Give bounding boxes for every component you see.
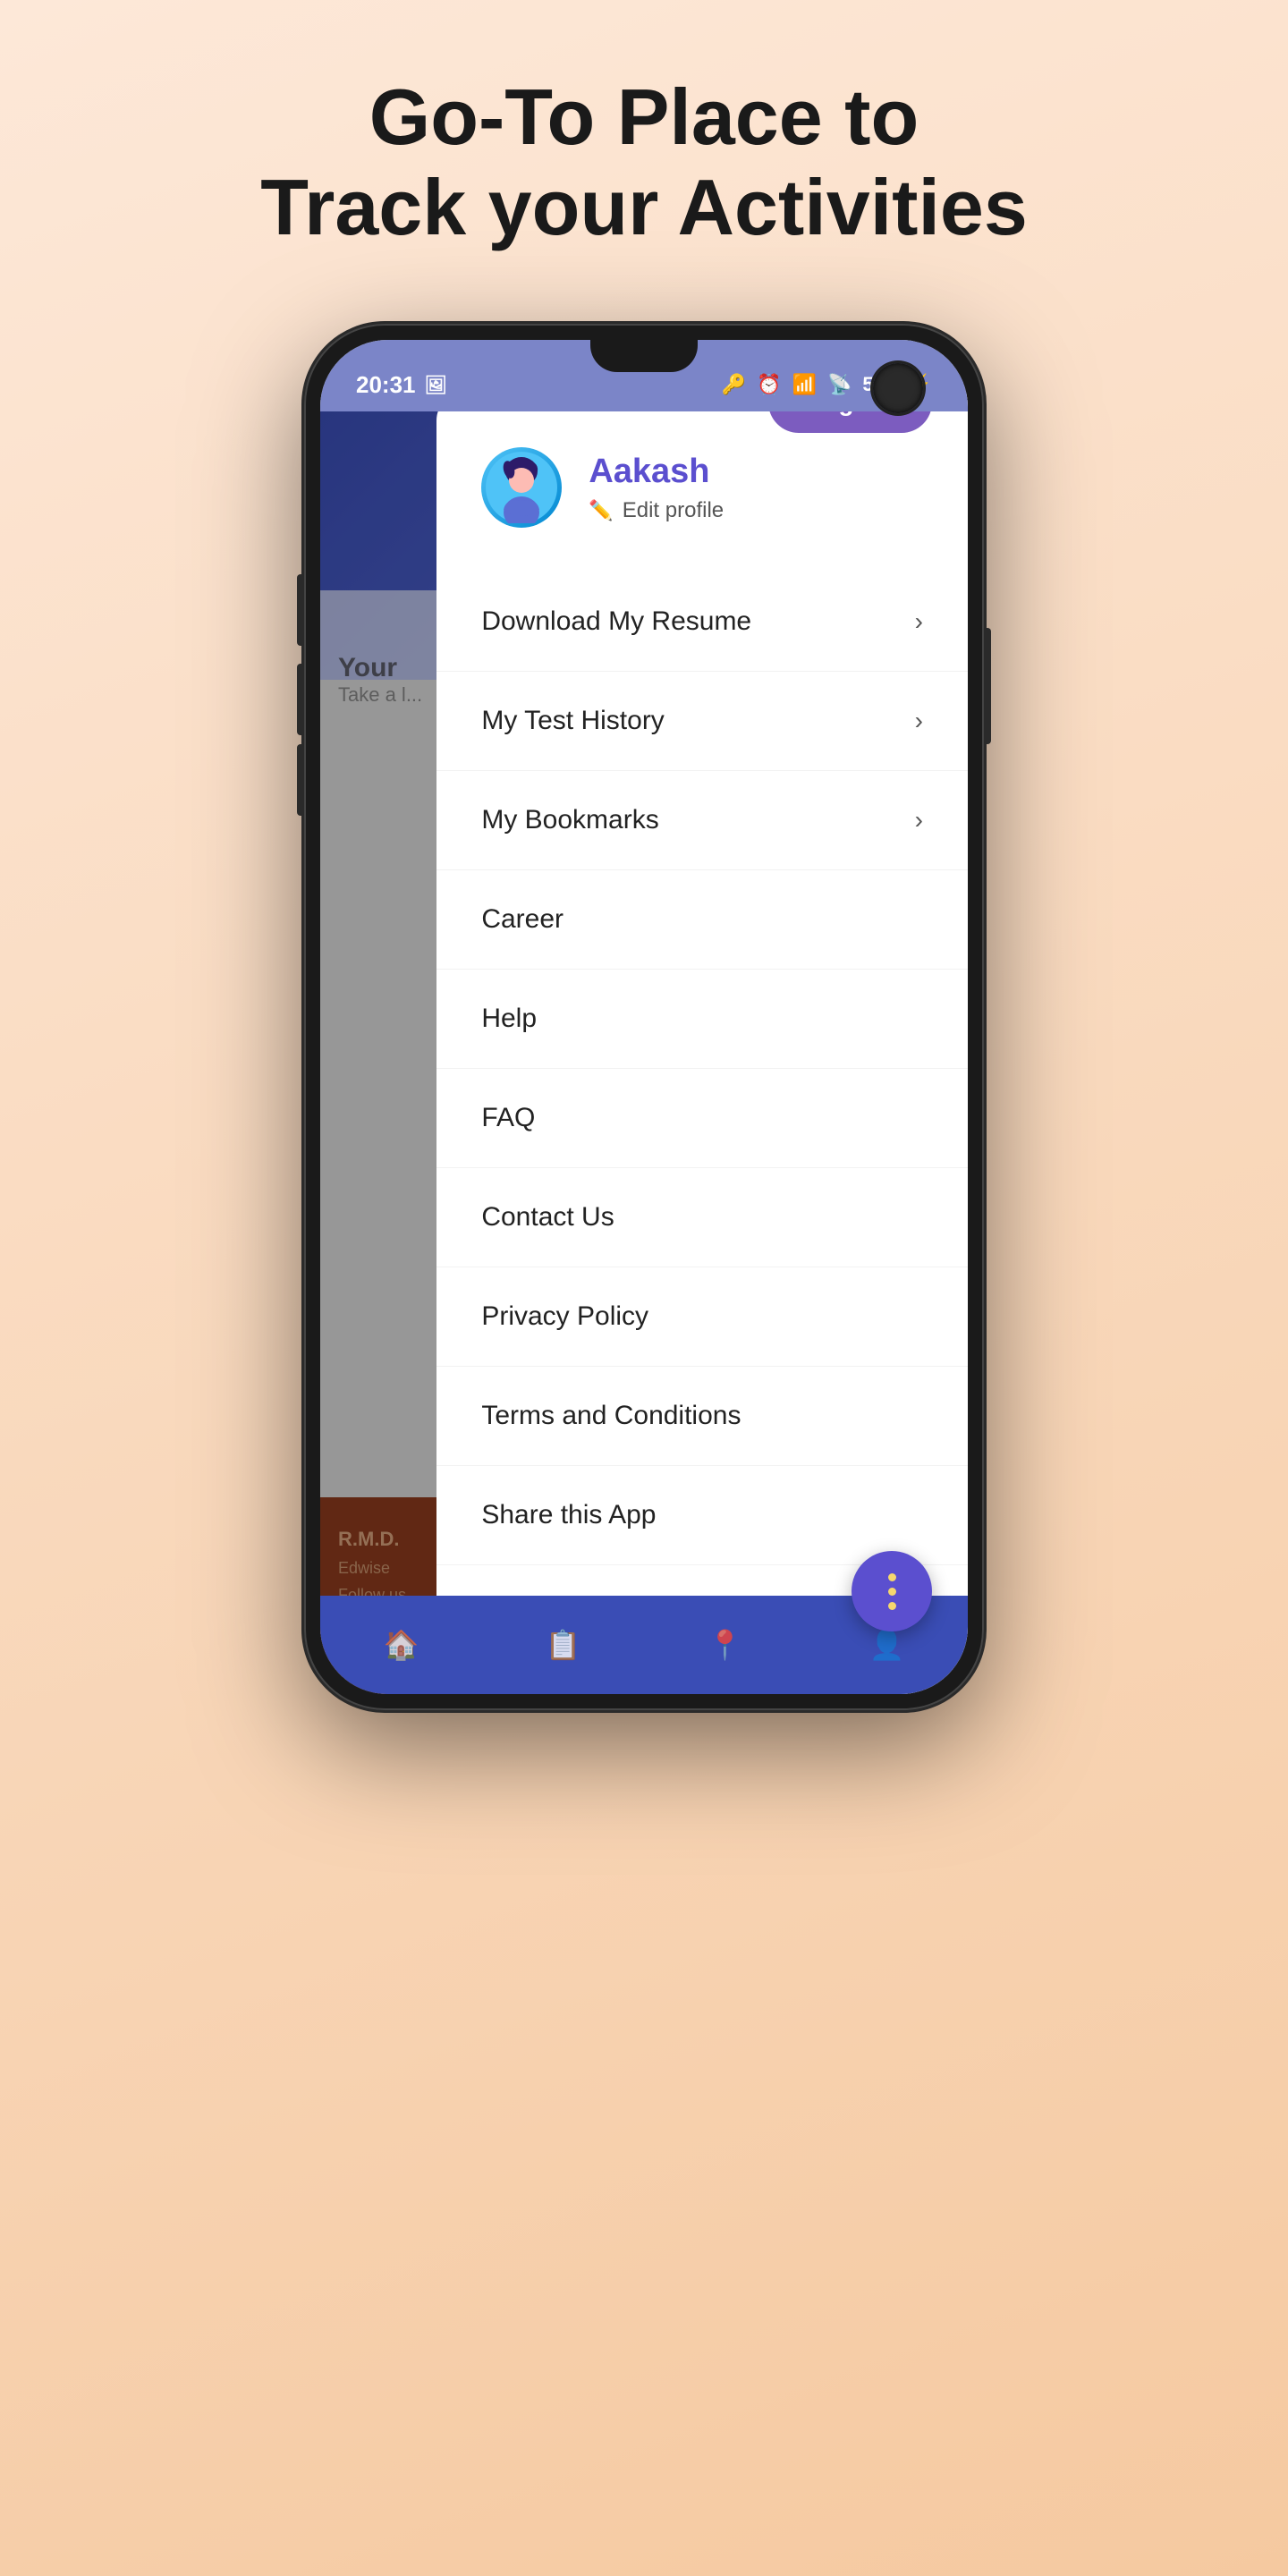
fab-dot-2 — [888, 1588, 896, 1596]
status-time: 20:31 🖼 — [356, 371, 447, 399]
phone-wrapper: 20:31 🖼 🔑 ⏰ 📶 📡 58% ⚡ Your Take a l... — [304, 324, 984, 1710]
profile-name: Aakash — [589, 453, 724, 491]
avatar — [481, 447, 562, 528]
camera — [873, 363, 923, 413]
profile-icon: 👤 — [869, 1628, 905, 1662]
menu-item-label: Privacy Policy — [481, 1301, 648, 1332]
home-icon: 🏠 — [384, 1628, 419, 1662]
menu-item-label: Download My Resume — [481, 606, 751, 637]
nav-profile[interactable]: 👤 — [869, 1628, 905, 1662]
menu-item-contact-us[interactable]: Contact Us — [436, 1168, 968, 1267]
menu-list: Download My Resume›My Test History›My Bo… — [436, 564, 968, 1694]
menu-item-label: Contact Us — [481, 1202, 614, 1233]
menu-item-label: Help — [481, 1004, 537, 1034]
menu-item-my-test-history[interactable]: My Test History › — [436, 672, 968, 771]
chevron-right-icon: › — [915, 607, 923, 636]
alarm-icon: ⏰ — [757, 373, 781, 396]
phone-screen: 20:31 🖼 🔑 ⏰ 📶 📡 58% ⚡ Your Take a l... — [320, 340, 968, 1694]
avatar-svg — [486, 452, 557, 523]
menu-item-help[interactable]: Help — [436, 970, 968, 1069]
fab-button[interactable] — [852, 1551, 932, 1631]
chevron-right-icon: › — [915, 707, 923, 735]
menu-item-download-my-resume[interactable]: Download My Resume › — [436, 572, 968, 672]
menu-item-privacy-policy[interactable]: Privacy Policy — [436, 1267, 968, 1367]
fab-dot-1 — [888, 1573, 896, 1581]
page-title: Go-To Place to Track your Activities — [260, 72, 1028, 252]
side-drawer: Logout — [436, 394, 968, 1694]
page-header: Go-To Place to Track your Activities — [225, 0, 1063, 306]
menu-item-label: FAQ — [481, 1103, 535, 1133]
edit-icon: ✏️ — [589, 499, 613, 522]
bookmark-icon: 📋 — [546, 1628, 581, 1662]
menu-item-label: My Test History — [481, 706, 664, 736]
menu-item-terms-and-conditions[interactable]: Terms and Conditions — [436, 1367, 968, 1466]
edit-profile-label: Edit profile — [623, 498, 724, 523]
edit-profile-row[interactable]: ✏️ Edit profile — [589, 498, 724, 523]
menu-item-label: Career — [481, 904, 564, 935]
menu-item-faq[interactable]: FAQ — [436, 1069, 968, 1168]
chevron-right-icon: › — [915, 806, 923, 835]
menu-item-my-bookmarks[interactable]: My Bookmarks › — [436, 771, 968, 870]
nav-map[interactable]: 📍 — [708, 1628, 743, 1662]
fab-dot-3 — [888, 1602, 896, 1610]
nav-home[interactable]: 🏠 — [384, 1628, 419, 1662]
fab-dots — [888, 1573, 896, 1610]
map-icon: 📍 — [708, 1628, 743, 1662]
wifi-icon: 📶 — [792, 373, 817, 396]
nav-bookmark[interactable]: 📋 — [546, 1628, 581, 1662]
signal-icon: 📡 — [827, 373, 852, 396]
profile-info: Aakash ✏️ Edit profile — [589, 453, 724, 523]
gallery-icon: 🖼 — [425, 374, 447, 396]
menu-item-label: Terms and Conditions — [481, 1401, 741, 1431]
menu-item-career[interactable]: Career — [436, 870, 968, 970]
menu-item-label: Share this App — [481, 1500, 656, 1530]
notch — [590, 340, 698, 372]
menu-item-label: My Bookmarks — [481, 805, 658, 835]
key-icon: 🔑 — [722, 373, 746, 396]
